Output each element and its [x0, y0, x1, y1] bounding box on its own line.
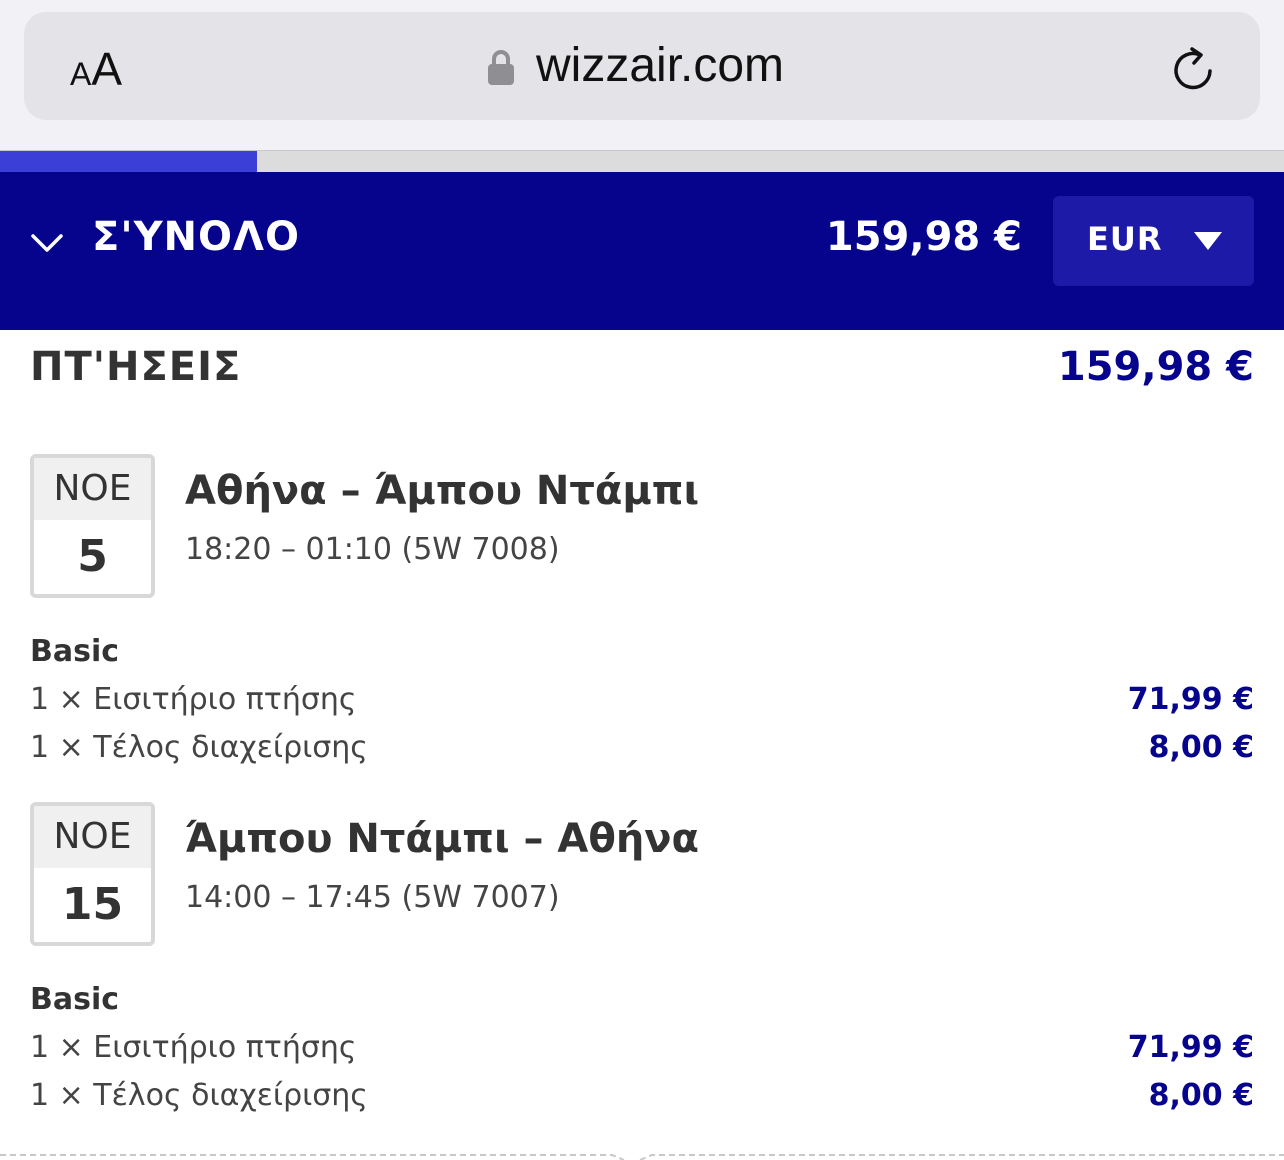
line-item-price: 71,99 € [1127, 1030, 1254, 1065]
text-size-small-glyph: A [70, 56, 92, 92]
currency-select[interactable]: EUR [1053, 196, 1254, 286]
address-bar[interactable]: AA wizzair.com [24, 12, 1260, 120]
caret-down-icon [1194, 232, 1222, 250]
price-summary-bar[interactable]: Σ'ΥΝΟΛΟ 159,98 € EUR [0, 172, 1284, 330]
flight-date-badge: ΝΟΕ 5 [30, 454, 155, 598]
line-item-price: 8,00 € [1148, 730, 1254, 765]
fare-name: Basic [30, 982, 120, 1017]
line-item-label: 1 × Εισιτήριο πτήσης [30, 682, 357, 717]
flight-times: 18:20 – 01:10 (5W 7008) [185, 532, 560, 567]
flight-route: Αθήνα – Άμπου Ντάμπι [185, 468, 700, 514]
text-size-big-glyph: A [91, 43, 123, 95]
line-item-price: 8,00 € [1148, 1078, 1254, 1113]
page-load-progress [0, 150, 1284, 172]
flight-month: ΝΟΕ [34, 458, 151, 520]
chevron-down-icon[interactable] [30, 226, 64, 260]
flights-section-total: 159,98 € [1057, 344, 1254, 390]
line-item-label: 1 × Τέλος διαχείρισης [30, 1078, 368, 1113]
flight-route: Άμπου Ντάμπι – Αθήνα [185, 816, 700, 862]
url-text[interactable]: wizzair.com [536, 38, 784, 93]
total-price: 159,98 € [825, 214, 1022, 260]
flight-month: ΝΟΕ [34, 806, 151, 868]
flight-times: 14:00 – 17:45 (5W 7007) [185, 880, 560, 915]
reload-icon[interactable] [1170, 46, 1216, 92]
line-item-price: 71,99 € [1127, 682, 1254, 717]
line-item-label: 1 × Τέλος διαχείρισης [30, 730, 368, 765]
total-label: Σ'ΥΝΟΛΟ [92, 214, 300, 260]
fare-name: Basic [30, 634, 120, 669]
dashed-divider [0, 1154, 1284, 1160]
currency-value: EUR [1087, 220, 1163, 258]
lock-icon [488, 50, 514, 85]
flight-day: 15 [61, 879, 124, 930]
browser-chrome: AA wizzair.com [0, 0, 1284, 150]
flights-section-title: ΠΤ'ΗΣΕΙΣ [30, 344, 242, 390]
page-load-progress-fill [0, 151, 257, 172]
flight-date-badge: ΝΟΕ 15 [30, 802, 155, 946]
flight-day: 5 [77, 531, 108, 582]
line-item-label: 1 × Εισιτήριο πτήσης [30, 1030, 357, 1065]
text-size-button[interactable]: AA [70, 42, 122, 96]
